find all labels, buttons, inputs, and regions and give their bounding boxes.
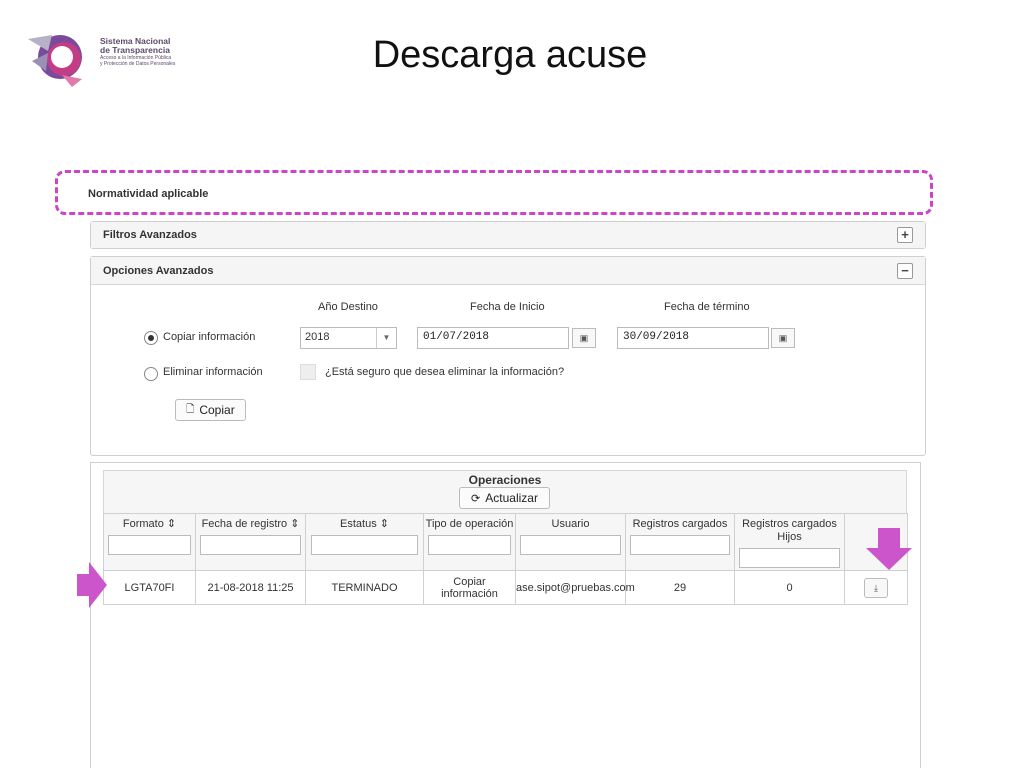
- col-tipo-label: Tipo de operación: [425, 518, 514, 530]
- filter-tipo-input[interactable]: [427, 535, 512, 555]
- calendar-icon[interactable]: ▣: [572, 328, 596, 348]
- arrow-down-icon: [866, 528, 912, 570]
- fecha-inicio-input[interactable]: 01/07/2018: [417, 327, 569, 349]
- operaciones-table: Formato ⇕ Fecha de registro ⇕ Estatus ⇕ …: [103, 513, 908, 605]
- copiar-button[interactable]: 🗋 Copiar: [175, 399, 246, 421]
- fecha-termino-label: Fecha de término: [664, 301, 750, 313]
- filtros-header[interactable]: Filtros Avanzados +: [91, 222, 925, 248]
- col-fecha-label: Fecha de registro ⇕: [201, 518, 300, 530]
- cell-estatus: TERMINADO: [305, 570, 424, 605]
- filtros-title: Filtros Avanzados: [103, 229, 197, 241]
- cell-actions: ⤓: [844, 570, 908, 605]
- filter-estatus-input[interactable]: [310, 535, 419, 555]
- opciones-title: Opciones Avanzados: [103, 264, 214, 277]
- logo-mark-icon: [28, 35, 82, 87]
- table-header-row: Formato ⇕ Fecha de registro ⇕ Estatus ⇕ …: [103, 513, 908, 571]
- anio-select-value: 2018: [305, 331, 330, 343]
- cell-usuario: ase.sipot@pruebas.com: [515, 570, 635, 605]
- arrow-right-icon: [77, 562, 107, 608]
- table-row: LGTA70FI 21-08-2018 11:25 TERMINADO Copi…: [103, 570, 908, 605]
- calendar-icon[interactable]: ▣: [771, 328, 795, 348]
- anio-destino-label: Año Destino: [318, 301, 378, 313]
- col-registros: Registros cargados: [625, 513, 735, 571]
- confirm-label: ¿Está seguro que desea eliminar la infor…: [325, 366, 565, 378]
- logo-line4: y Protección de Datos Personales: [100, 61, 176, 67]
- col-usuario: Usuario: [515, 513, 626, 571]
- col-estatus-label: Estatus ⇕: [340, 518, 389, 530]
- confirm-checkbox[interactable]: [300, 364, 316, 380]
- cell-fecha: 21-08-2018 11:25: [195, 570, 306, 605]
- download-icon[interactable]: ⤓: [864, 577, 888, 598]
- col-registros-label: Registros cargados: [632, 518, 728, 530]
- filter-formato-input[interactable]: [107, 535, 192, 555]
- col-usuario-label: Usuario: [551, 518, 590, 530]
- filter-hijos-input[interactable]: [739, 548, 840, 568]
- logo-line2: de Transparencia: [100, 45, 170, 55]
- chevron-down-icon: ▼: [376, 328, 396, 348]
- radio-copiar-label: Copiar información: [163, 331, 256, 343]
- opciones-header[interactable]: Opciones Avanzados −: [91, 257, 925, 285]
- copiar-button-label: Copiar: [199, 403, 235, 417]
- col-formato-label: Formato ⇕: [122, 518, 177, 530]
- normatividad-label[interactable]: Normatividad aplicable: [88, 188, 208, 200]
- copy-icon: 🗋: [186, 403, 195, 415]
- refresh-icon: ⟳: [471, 492, 481, 505]
- fecha-inicio-label: Fecha de Inicio: [470, 301, 545, 313]
- radio-eliminar[interactable]: [144, 367, 158, 381]
- radio-copiar[interactable]: [144, 331, 158, 345]
- fecha-termino-input[interactable]: 30/09/2018: [617, 327, 769, 349]
- collapse-icon[interactable]: −: [897, 262, 913, 279]
- cell-tipo: Copiar información: [423, 570, 516, 605]
- filter-fecha-input[interactable]: [200, 535, 301, 555]
- filter-usuario-input[interactable]: [520, 535, 621, 555]
- col-formato[interactable]: Formato ⇕: [103, 513, 196, 571]
- cell-hijos: 0: [734, 570, 845, 605]
- filter-registros-input[interactable]: [630, 535, 730, 555]
- slide-title: Descarga acuse: [372, 34, 648, 76]
- radio-eliminar-label: Eliminar información: [163, 366, 263, 378]
- filtros-panel: Filtros Avanzados +: [90, 221, 926, 249]
- expand-icon[interactable]: +: [897, 227, 913, 243]
- col-hijos-label: Registros cargados Hijos: [742, 518, 837, 543]
- sistema-nacional-logo: Sistema Nacional de Transparencia Acceso…: [22, 27, 182, 89]
- operaciones-title: Operaciones: [468, 473, 542, 487]
- col-tipo: Tipo de operación: [423, 513, 516, 571]
- cell-formato: LGTA70FI: [103, 570, 196, 605]
- actualizar-button-label: Actualizar: [485, 491, 538, 505]
- col-hijos: Registros cargados Hijos: [734, 513, 845, 571]
- anio-select[interactable]: 2018 ▼: [300, 327, 397, 349]
- opciones-panel: Opciones Avanzados −: [90, 256, 926, 456]
- cell-registros: 29: [625, 570, 735, 605]
- col-estatus[interactable]: Estatus ⇕: [305, 513, 424, 571]
- col-fecha[interactable]: Fecha de registro ⇕: [195, 513, 306, 571]
- actualizar-button[interactable]: ⟳ Actualizar: [459, 487, 550, 509]
